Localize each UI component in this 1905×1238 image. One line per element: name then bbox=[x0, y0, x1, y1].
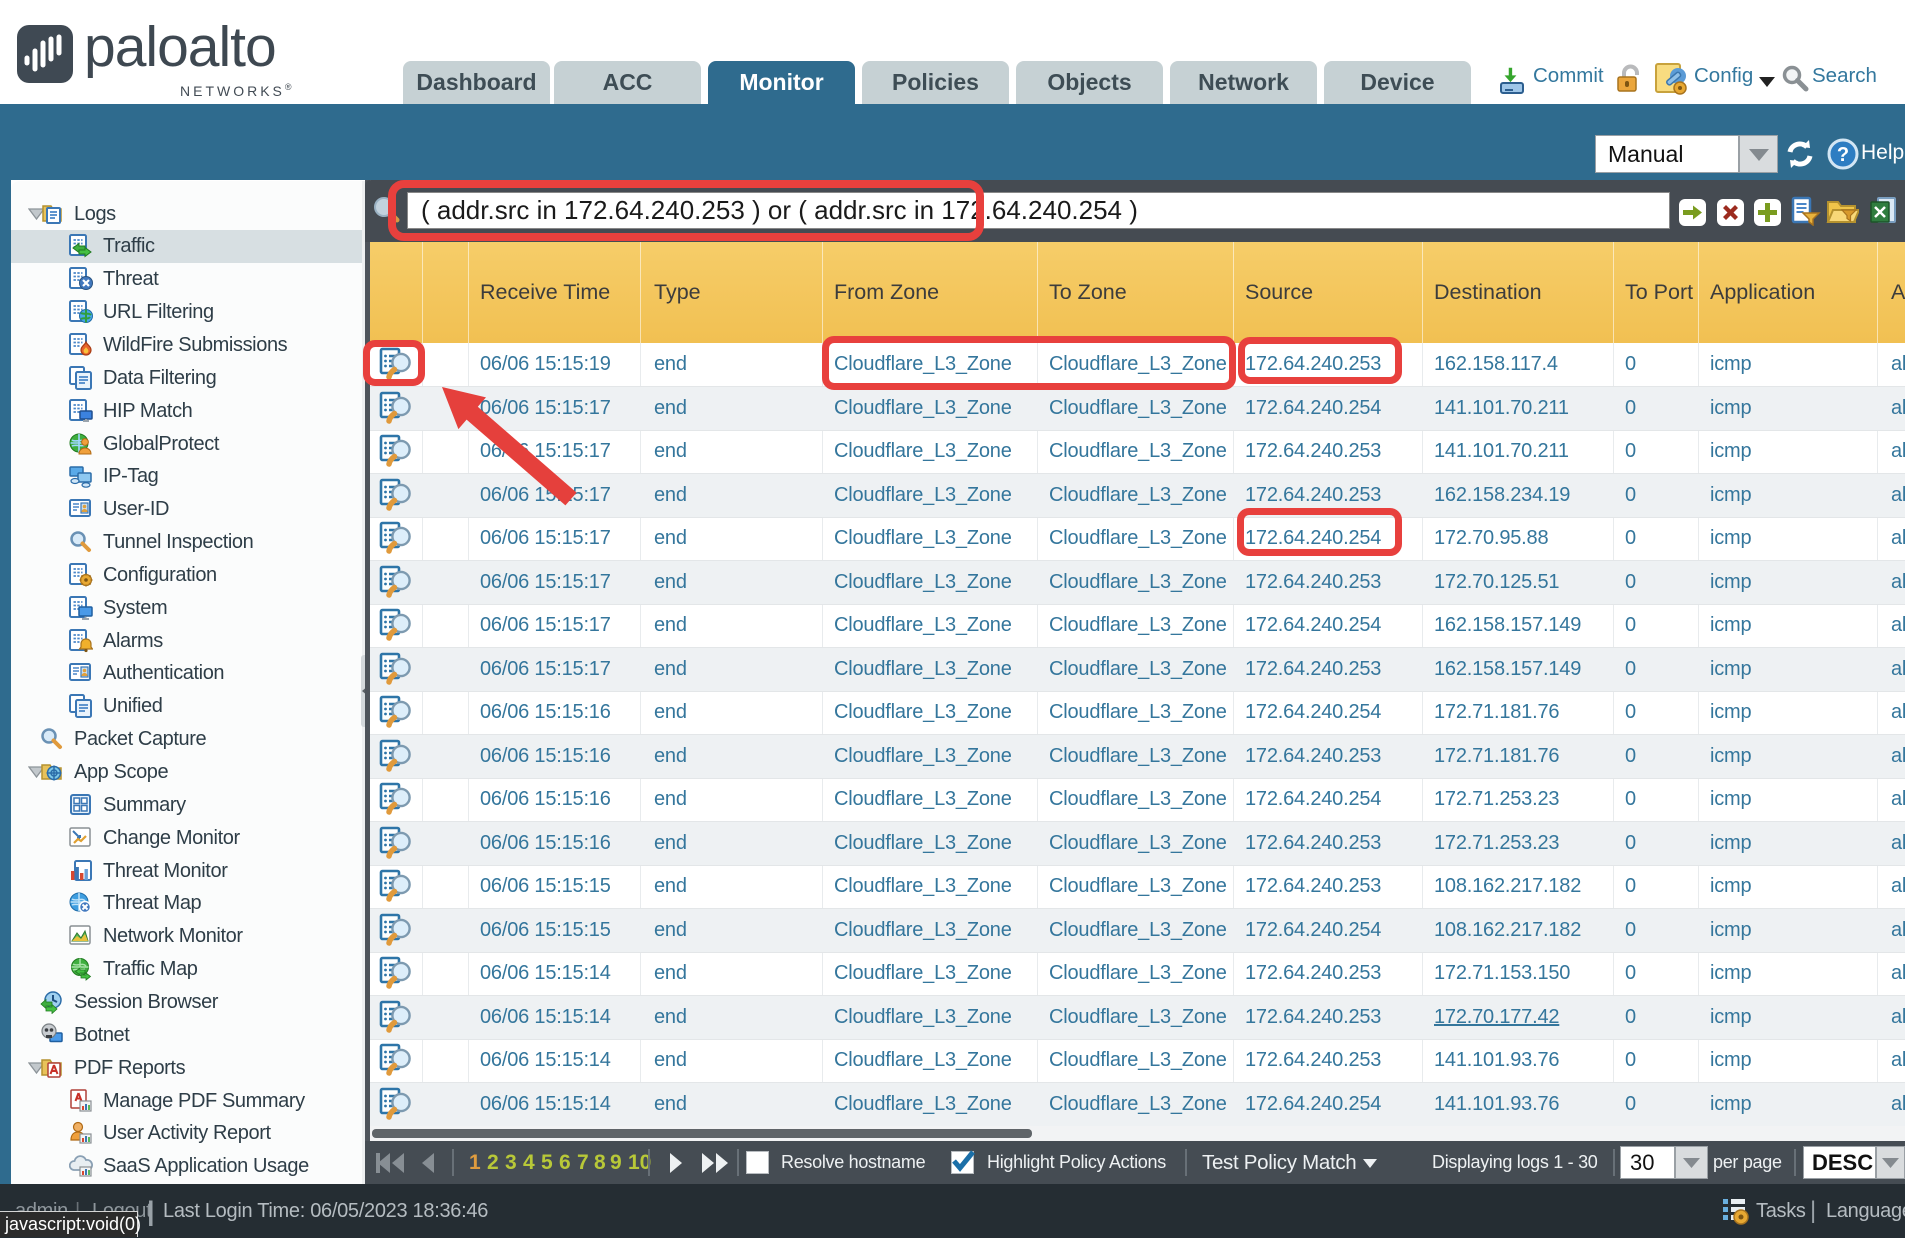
svg-text:?: ? bbox=[1837, 144, 1849, 166]
